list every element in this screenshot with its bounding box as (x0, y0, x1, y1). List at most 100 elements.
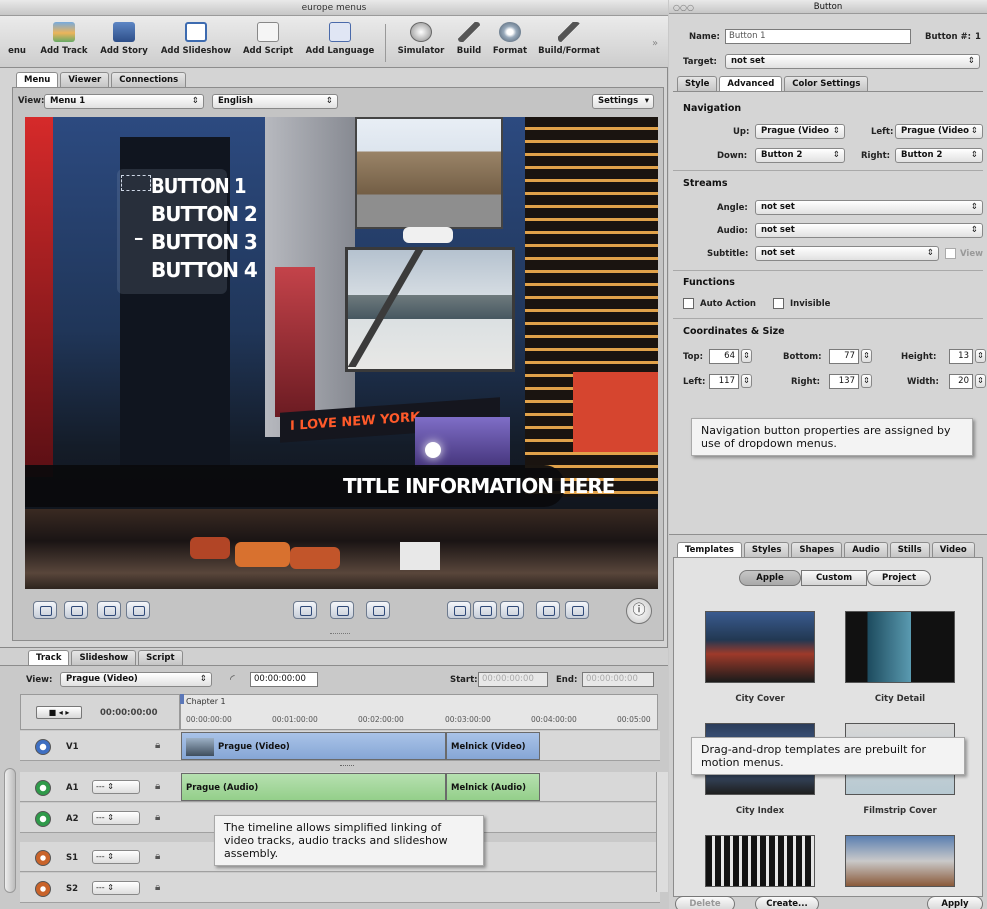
menu-button-4[interactable]: BUTTON 4 (151, 256, 258, 284)
display-mode-button[interactable] (366, 601, 390, 619)
bottom-field[interactable]: 77 (829, 349, 859, 364)
create-button[interactable]: Create... (755, 896, 819, 909)
apply-button[interactable]: Apply (927, 896, 983, 909)
add-script-button[interactable]: Add Script (238, 20, 298, 64)
top-stepper[interactable]: ⇕ (741, 349, 752, 363)
clip-melnick-video[interactable]: Melnick (Video) (446, 732, 540, 760)
nav-left-popup[interactable]: Prague (Video ⇕ (895, 124, 983, 139)
title-safe-button[interactable] (293, 601, 317, 619)
tab-menu[interactable]: Menu (16, 72, 59, 87)
send-backward-button[interactable] (64, 601, 88, 619)
add-track-button[interactable]: Add Track (36, 20, 92, 64)
lock-icon[interactable]: 🔒︎ (155, 781, 160, 792)
menu-preview[interactable]: I LOVE NEW YORK I I BUTTON 1 BUTTON 2 BU… (25, 117, 658, 589)
subtitle-popup[interactable]: not set ⇕ (755, 246, 939, 261)
simulator-person-icon[interactable]: ⓘ (626, 598, 652, 624)
right-scrollbar[interactable] (656, 772, 668, 892)
align-left-button[interactable] (97, 601, 121, 619)
track-view-popup[interactable]: Prague (Video) ⇕ (60, 672, 212, 687)
tab-style[interactable]: Style (677, 76, 718, 91)
tab-shapes[interactable]: Shapes (791, 542, 843, 557)
route-button[interactable] (500, 601, 524, 619)
segment-custom[interactable]: Custom (801, 570, 867, 586)
timeline-ruler[interactable] (180, 694, 658, 730)
simulator-button[interactable]: Simulator (394, 20, 448, 64)
segment-project[interactable]: Project (867, 570, 931, 586)
tab-advanced[interactable]: Advanced (719, 76, 783, 91)
timecode-field[interactable]: 00:00:00:00 (250, 672, 318, 687)
tab-color-settings[interactable]: Color Settings (784, 76, 869, 91)
fit-button[interactable] (536, 601, 560, 619)
subtitle-view-checkbox[interactable] (945, 248, 956, 259)
menu-button-1[interactable]: BUTTON 1 (151, 172, 246, 200)
clip-melnick-audio[interactable]: Melnick (Audio) (446, 773, 540, 801)
add-story-button[interactable]: Add Story (96, 20, 152, 64)
delete-button[interactable]: Delete (675, 896, 735, 909)
splitter-handle[interactable] (330, 633, 350, 636)
segment-apple[interactable]: Apple (739, 570, 801, 586)
left-stepper[interactable]: ⇕ (741, 374, 752, 388)
add-slideshow-button[interactable]: Add Slideshow (156, 20, 236, 64)
lock-icon[interactable]: 🔒︎ (155, 882, 160, 893)
window-controls-icon[interactable]: ○○○ (673, 3, 694, 12)
tab-video[interactable]: Video (931, 542, 975, 557)
name-field[interactable]: Button 1 (725, 29, 911, 44)
template-filmstrip-index[interactable] (845, 835, 955, 887)
language-popup[interactable]: English ⇕ (212, 94, 338, 109)
build-format-button[interactable]: Build/Format (534, 20, 604, 64)
subtitle-track-icon[interactable] (35, 881, 51, 897)
clip-prague-audio[interactable]: Prague (Audio) (181, 773, 446, 801)
subtitle-stream-select-s2[interactable]: --- ⇕ (92, 881, 140, 895)
audio-stream-select-a2[interactable]: --- ⇕ (92, 811, 140, 825)
tab-script[interactable]: Script (138, 650, 183, 665)
chapter-marker[interactable]: Chapter 1 (186, 697, 226, 706)
vertical-scrollbar[interactable] (4, 768, 16, 893)
subtitle-track-icon[interactable] (35, 850, 51, 866)
lock-icon[interactable]: 🔒︎ (155, 851, 160, 862)
template-city-cover[interactable] (705, 611, 815, 683)
action-safe-button[interactable] (330, 601, 354, 619)
lock-icon[interactable]: 🔒︎ (155, 812, 160, 823)
clip-prague-video[interactable]: Prague (Video) (181, 732, 446, 760)
menu-button-3[interactable]: BUTTON 3 (151, 228, 258, 256)
track-divider-handle[interactable] (340, 765, 354, 768)
tab-styles[interactable]: Styles (743, 542, 790, 557)
build-button[interactable]: Build (452, 20, 486, 64)
nav-down-popup[interactable]: Button 2 ⇕ (755, 148, 845, 163)
add-language-button[interactable]: Add Language (300, 20, 380, 64)
tab-templates[interactable]: Templates (677, 542, 742, 557)
end-field[interactable]: 00:00:00:00 (582, 672, 654, 687)
top-field[interactable]: 64 (709, 349, 739, 364)
tab-audio[interactable]: Audio (844, 542, 888, 557)
bring-forward-button[interactable] (33, 601, 57, 619)
width-stepper[interactable]: ⇕ (975, 374, 986, 388)
tab-slideshow[interactable]: Slideshow (71, 650, 137, 665)
tab-connections[interactable]: Connections (111, 72, 187, 87)
align-right-button[interactable] (126, 601, 150, 619)
toolbar-overflow-icon[interactable]: » (652, 38, 658, 49)
start-field[interactable]: 00:00:00:00 (478, 672, 548, 687)
subtitle-stream-select-s1[interactable]: --- ⇕ (92, 850, 140, 864)
zoom-button[interactable] (565, 601, 589, 619)
menu-view-popup[interactable]: Menu 1 ⇕ (44, 94, 204, 109)
preview-button[interactable] (473, 601, 497, 619)
prague-street-thumbnail[interactable] (355, 117, 503, 229)
menu-button-2[interactable]: BUTTON 2 (151, 200, 258, 228)
auto-action-checkbox[interactable] (683, 298, 694, 309)
menu-button[interactable]: enu (0, 20, 34, 64)
button-selection-handle[interactable] (121, 175, 151, 191)
video-track-icon[interactable] (35, 739, 51, 755)
settings-popup[interactable]: Settings ▾ (592, 94, 654, 109)
invisible-checkbox[interactable] (773, 298, 784, 309)
target-popup[interactable]: not set ⇕ (725, 54, 980, 69)
lock-icon[interactable]: 🔒︎ (155, 740, 160, 751)
tab-viewer[interactable]: Viewer (60, 72, 110, 87)
nav-up-popup[interactable]: Prague (Video ⇕ (755, 124, 845, 139)
angle-popup[interactable]: not set ⇕ (755, 200, 983, 215)
left-field[interactable]: 117 (709, 374, 739, 389)
right-stepper[interactable]: ⇕ (861, 374, 872, 388)
right-field[interactable]: 137 (829, 374, 859, 389)
audio-track-icon[interactable] (35, 811, 51, 827)
audio-stream-select-a1[interactable]: --- ⇕ (92, 780, 140, 794)
audio-popup[interactable]: not set ⇕ (755, 223, 983, 238)
